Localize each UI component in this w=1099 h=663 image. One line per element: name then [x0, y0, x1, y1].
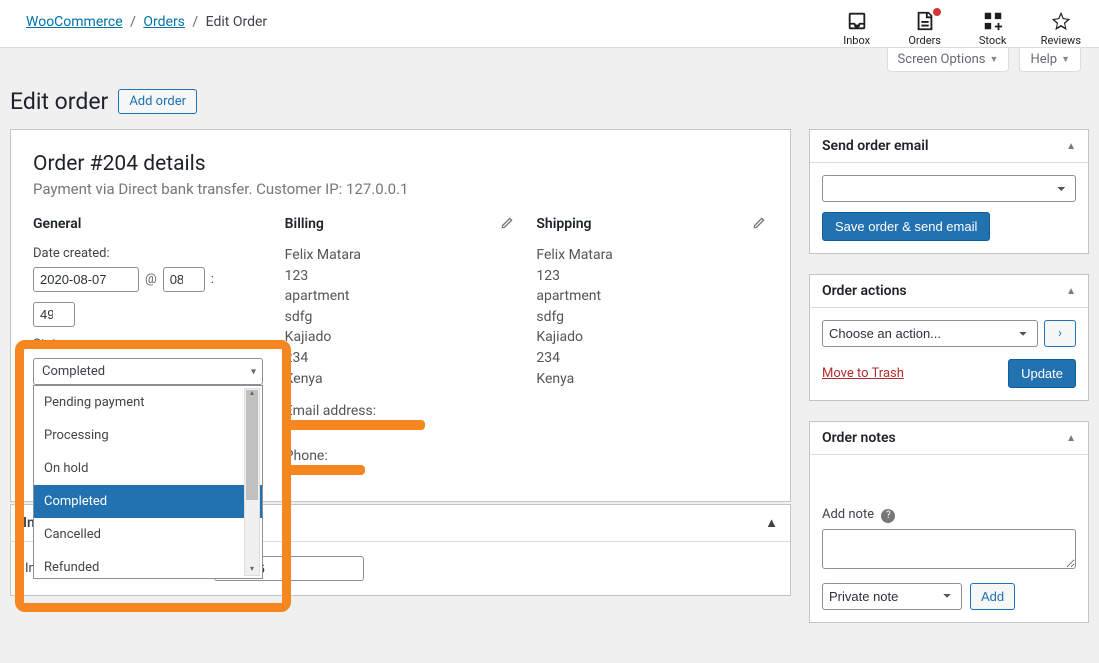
shipping-column: Shipping Felix Matara 123 apartment sdfg…	[536, 216, 768, 479]
add-note-button[interactable]: Add	[970, 583, 1015, 610]
screen-meta-bar: Screen Options▼ Help▼	[0, 48, 1099, 84]
panel-toggle-button[interactable]: ▲	[1066, 433, 1076, 444]
order-details-title: Order #204 details	[33, 152, 768, 176]
send-order-email-box: Send order email ▲ Save order & send ema…	[809, 129, 1089, 254]
scrollbar-thumb[interactable]	[246, 390, 258, 500]
add-order-button[interactable]: Add order	[118, 89, 197, 114]
stock-icon	[982, 10, 1004, 32]
breadcrumb-current: Edit Order	[206, 14, 268, 30]
add-note-label: Add note	[822, 507, 874, 522]
activity-inbox-label: Inbox	[843, 34, 870, 47]
status-option-on-hold[interactable]: On hold	[34, 452, 262, 485]
screen-options-tab[interactable]: Screen Options▼	[887, 48, 1010, 72]
chevron-down-icon: ▾	[251, 366, 256, 377]
breadcrumb-orders-link[interactable]: Orders	[143, 14, 185, 30]
activity-panel: Inbox Orders Stock Reviews	[837, 10, 1081, 47]
chevron-down-icon: ▼	[990, 54, 999, 65]
order-actions-heading: Order actions	[822, 283, 907, 299]
billing-email-redacted	[285, 420, 425, 430]
status-selected-value: Completed	[42, 364, 105, 379]
order-details-subtitle: Payment via Direct bank transfer. Custom…	[33, 180, 768, 198]
scroll-down-icon[interactable]: ▾	[246, 564, 258, 576]
edit-shipping-button[interactable]	[752, 216, 768, 232]
page-heading-row: Edit order Add order	[0, 84, 1099, 129]
activity-orders-label: Orders	[908, 34, 941, 47]
shipping-heading: Shipping	[536, 216, 768, 232]
status-label: Status:	[33, 337, 265, 352]
order-notes-box: Order notes ▲ Add note ? Private note Ad…	[809, 421, 1089, 623]
activity-stock-button[interactable]: Stock	[973, 10, 1013, 47]
star-icon	[1050, 10, 1072, 32]
date-created-label: Date created:	[33, 246, 265, 261]
update-button[interactable]: Update	[1008, 359, 1076, 388]
note-textarea[interactable]	[822, 529, 1076, 569]
order-email-select[interactable]	[822, 175, 1076, 202]
minute-input[interactable]	[33, 302, 75, 327]
billing-column: Billing Felix Matara 123 apartment sdfg …	[285, 216, 517, 479]
activity-reviews-label: Reviews	[1041, 34, 1081, 47]
activity-reviews-button[interactable]: Reviews	[1041, 10, 1081, 47]
pencil-icon	[752, 216, 766, 230]
email-label: Email address:	[285, 403, 517, 419]
phone-label: Phone:	[285, 448, 517, 464]
panel-toggle-button[interactable]: ▲	[1066, 141, 1076, 152]
top-bar: WooCommerce / Orders / Edit Order Inbox …	[0, 0, 1099, 48]
status-option-completed[interactable]: Completed	[34, 485, 262, 518]
at-symbol: @	[145, 272, 157, 287]
activity-inbox-button[interactable]: Inbox	[837, 10, 877, 47]
activity-stock-label: Stock	[979, 34, 1007, 47]
apply-action-button[interactable]: ›	[1044, 320, 1076, 347]
breadcrumb: WooCommerce / Orders / Edit Order	[26, 10, 267, 30]
move-to-trash-link[interactable]: Move to Trash	[822, 366, 904, 381]
main-wrap: Order #204 details Payment via Direct ba…	[0, 129, 1099, 663]
scroll-up-icon[interactable]: ▴	[246, 388, 258, 400]
edit-billing-button[interactable]	[500, 216, 516, 232]
chevron-right-icon: ›	[1058, 326, 1062, 341]
breadcrumb-root-link[interactable]: WooCommerce	[26, 14, 123, 30]
sidebar-column: Send order email ▲ Save order & send ema…	[809, 129, 1089, 643]
send-order-email-heading: Send order email	[822, 138, 929, 154]
shipping-address-block: Felix Matara 123 apartment sdfg Kajiado …	[536, 246, 768, 389]
status-option-refunded[interactable]: Refunded	[34, 551, 262, 578]
status-option-cancelled[interactable]: Cancelled	[34, 518, 262, 551]
help-tab[interactable]: Help▼	[1019, 48, 1081, 72]
status-field-wrap: Completed ▾ ▴ ▾ Pending payment Processi…	[33, 358, 265, 385]
general-heading: General	[33, 216, 265, 232]
billing-address-block: Felix Matara 123 apartment sdfg Kajiado …	[285, 246, 517, 389]
hour-input[interactable]	[163, 267, 205, 292]
pencil-icon	[500, 216, 514, 230]
status-dropdown: ▴ ▾ Pending payment Processing On hold C…	[33, 385, 263, 579]
status-select[interactable]: Completed ▾	[33, 358, 263, 385]
inbox-icon	[846, 10, 868, 32]
page-title: Edit order	[10, 88, 108, 115]
order-actions-box: Order actions ▲ Choose an action... › Mo…	[809, 274, 1089, 401]
chevron-down-icon: ▼	[1061, 54, 1070, 65]
billing-phone-redacted	[285, 465, 365, 475]
panel-toggle-button[interactable]: ▲	[765, 515, 778, 531]
order-details-panel: Order #204 details Payment via Direct ba…	[10, 129, 791, 502]
note-type-select[interactable]: Private note	[822, 583, 962, 610]
panel-toggle-button[interactable]: ▲	[1066, 286, 1076, 297]
order-notes-heading: Order notes	[822, 430, 896, 446]
help-icon[interactable]: ?	[881, 509, 895, 523]
status-option-processing[interactable]: Processing	[34, 419, 262, 452]
date-created-input[interactable]	[33, 267, 139, 292]
status-option-pending[interactable]: Pending payment	[34, 386, 262, 419]
order-actions-select[interactable]: Choose an action...	[822, 320, 1038, 347]
main-column: Order #204 details Payment via Direct ba…	[10, 129, 791, 596]
general-column: General Date created: @ : Status:	[33, 216, 265, 479]
activity-orders-button[interactable]: Orders	[905, 10, 945, 47]
notification-dot-icon	[933, 8, 941, 16]
time-colon: :	[211, 272, 214, 287]
billing-heading: Billing	[285, 216, 517, 232]
save-and-send-email-button[interactable]: Save order & send email	[822, 212, 990, 241]
